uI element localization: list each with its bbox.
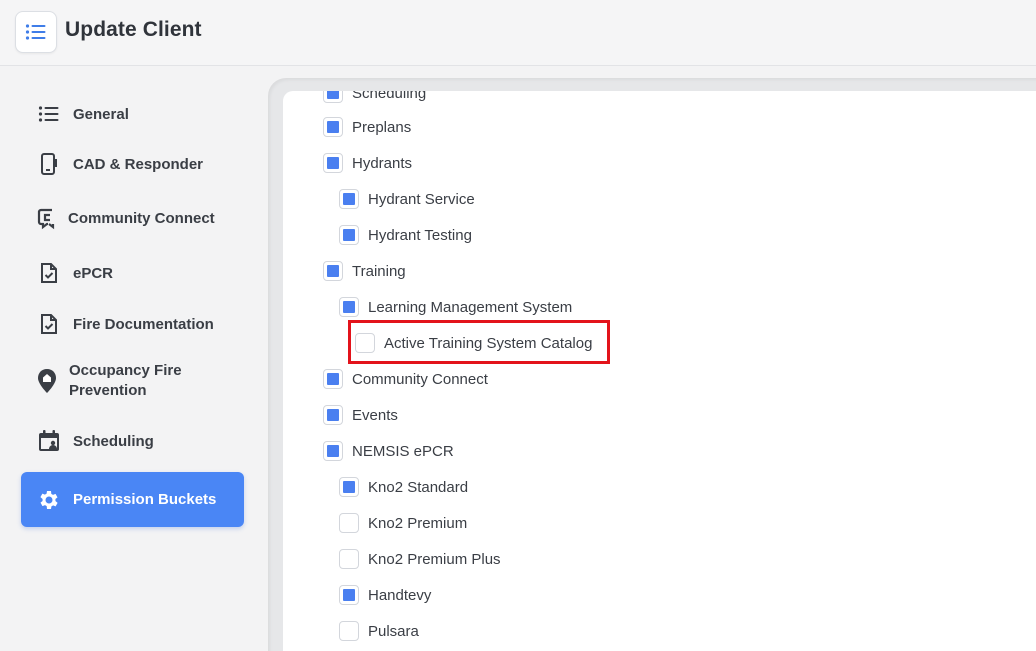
- permission-row[interactable]: Hydrant Testing: [339, 223, 472, 247]
- permission-row[interactable]: Pulsara: [339, 619, 419, 643]
- checkbox-checked[interactable]: [323, 405, 343, 425]
- sidebar-item-label: Occupancy Fire Prevention: [69, 362, 182, 399]
- checkbox-fill: [343, 193, 355, 205]
- checkbox-checked[interactable]: [323, 261, 343, 281]
- checkbox-checked[interactable]: [323, 91, 343, 103]
- permission-row[interactable]: Kno2 Premium Plus: [339, 547, 501, 571]
- sidebar-item-epcr[interactable]: ePCR: [21, 259, 244, 287]
- permission-row[interactable]: Preplans: [323, 115, 411, 139]
- permission-row[interactable]: Kno2 Standard: [339, 475, 468, 499]
- checkbox-checked[interactable]: [339, 225, 359, 245]
- permission-row[interactable]: NEMSIS ePCR: [323, 439, 454, 463]
- permission-label: Pulsara: [368, 622, 419, 640]
- checkbox-fill: [343, 301, 355, 313]
- permission-label: Hydrants: [352, 154, 413, 172]
- sidebar-item-label: Permission Buckets: [73, 491, 217, 508]
- map-pin-icon: [35, 369, 59, 393]
- list-icon: [25, 24, 46, 40]
- permissions-panel: Scheduling Preplans Hydrants Hydrant Servic…: [283, 91, 1036, 651]
- permission-label: Events: [352, 406, 398, 424]
- permission-row[interactable]: Events: [323, 403, 398, 427]
- permission-row[interactable]: Kno2 Premium: [339, 511, 467, 535]
- checkbox-fill: [327, 91, 339, 99]
- highlight-box: [348, 320, 610, 364]
- checkbox-checked[interactable]: [323, 117, 343, 137]
- checkbox-unchecked[interactable]: [339, 549, 359, 569]
- checkbox-fill: [327, 373, 339, 385]
- list-icon: [37, 102, 61, 126]
- permission-label: Hydrant Testing: [368, 226, 472, 244]
- permission-row[interactable]: Handtevy: [339, 583, 431, 607]
- sidebar-item-label: Fire Documentation: [73, 315, 214, 333]
- sidebar-item-occupancy-fire-prevention[interactable]: Occupancy Fire Prevention: [21, 360, 244, 402]
- permission-row[interactable]: Hydrants: [323, 151, 412, 175]
- sidebar-item-label: General: [73, 105, 129, 123]
- sidebar-item-cad-responder[interactable]: CAD & Responder: [21, 151, 244, 177]
- mobile-icon: [37, 152, 61, 176]
- checkbox-checked[interactable]: [339, 585, 359, 605]
- checkbox-fill: [327, 157, 339, 169]
- sidebar-item-scheduling[interactable]: Scheduling: [21, 427, 244, 455]
- calendar-user-icon: [37, 429, 61, 453]
- checkbox-checked[interactable]: [323, 153, 343, 173]
- sidebar-item-label: Community Connect: [68, 209, 215, 227]
- checkbox-checked[interactable]: [339, 189, 359, 209]
- sidebar-item-label: Scheduling: [73, 432, 154, 450]
- document-check-icon: [37, 312, 61, 336]
- permission-label: Preplans: [352, 118, 412, 136]
- permission-label: Community Connect: [352, 370, 488, 388]
- checkbox-fill: [343, 229, 355, 241]
- permission-label: Kno2 Standard: [368, 478, 469, 496]
- checkbox-unchecked[interactable]: [339, 513, 359, 533]
- checkbox-fill: [327, 409, 339, 421]
- checkbox-fill: [327, 121, 339, 133]
- permission-row[interactable]: Hydrant Service: [339, 187, 475, 211]
- checkbox-checked[interactable]: [323, 369, 343, 389]
- document-check-icon: [37, 261, 61, 285]
- sidebar-item-label: ePCR: [73, 264, 114, 282]
- permission-label: Learning Management System: [368, 298, 573, 316]
- checkbox-fill: [343, 589, 355, 601]
- permission-row[interactable]: Community Connect: [323, 367, 488, 391]
- sidebar-item-permission-buckets[interactable]: Permission Buckets: [21, 472, 244, 527]
- permission-row[interactable]: Scheduling: [323, 91, 426, 105]
- gear-icon: [37, 488, 61, 512]
- permission-label: Kno2 Premium Plus: [368, 550, 501, 568]
- permission-row[interactable]: Learning Management System: [339, 295, 572, 319]
- menu-button[interactable]: [15, 11, 57, 53]
- checkbox-checked[interactable]: [323, 441, 343, 461]
- permission-label: NEMSIS ePCR: [352, 442, 454, 460]
- permission-label: Hydrant Service: [368, 190, 475, 208]
- checkbox-fill: [343, 481, 355, 493]
- checkbox-unchecked[interactable]: [339, 621, 359, 641]
- checkbox-checked[interactable]: [339, 477, 359, 497]
- sidebar-item-label: CAD & Responder: [73, 155, 204, 173]
- sidebar-item-fire-documentation[interactable]: Fire Documentation: [21, 310, 244, 338]
- checkbox-checked[interactable]: [339, 297, 359, 317]
- app-header: Update Client: [0, 0, 1036, 66]
- community-connect-icon: [35, 206, 59, 230]
- page-title: Update Client: [65, 18, 202, 41]
- checkbox-fill: [327, 445, 339, 457]
- checkbox-fill: [327, 265, 339, 277]
- permission-label: Kno2 Premium: [368, 514, 468, 532]
- permission-label: Handtevy: [368, 586, 432, 604]
- permission-label: Scheduling: [352, 91, 427, 102]
- permission-label: Training: [352, 262, 406, 280]
- permission-row[interactable]: Training: [323, 259, 406, 283]
- sidebar-item-community-connect[interactable]: Community Connect: [21, 204, 244, 232]
- sidebar-item-general[interactable]: General: [21, 101, 244, 127]
